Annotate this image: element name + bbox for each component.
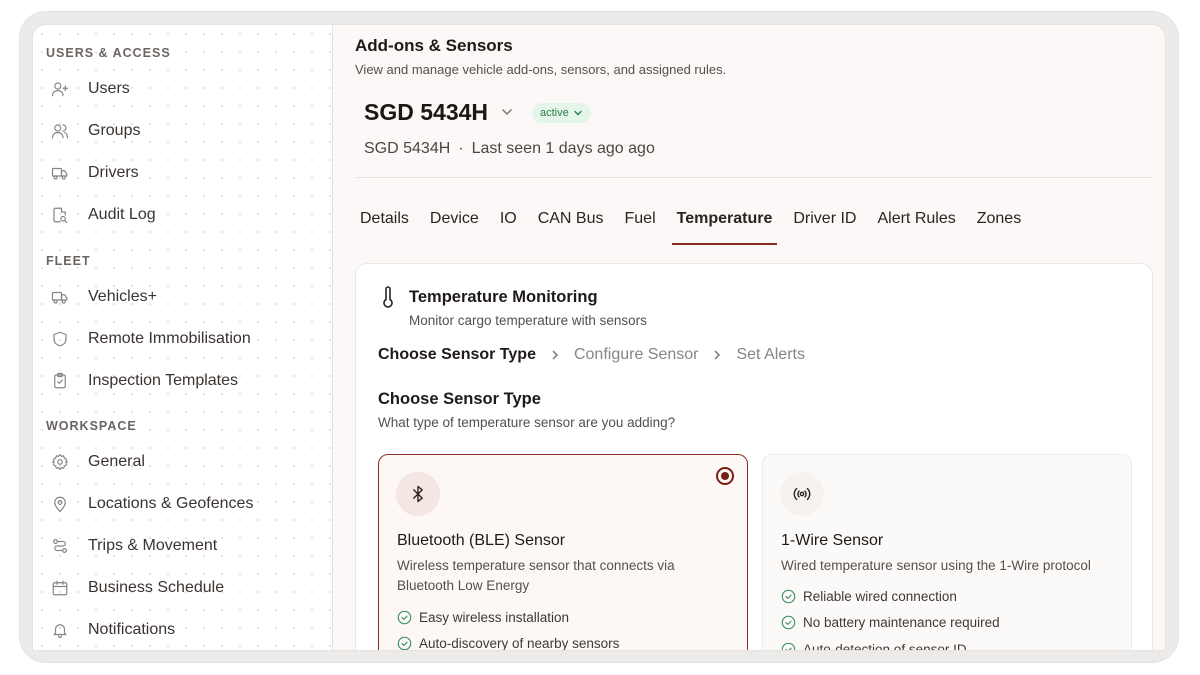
status-badge[interactable]: active <box>532 103 591 123</box>
sidebar-item-business-schedule[interactable]: Business Schedule <box>43 571 323 605</box>
map-pin-icon <box>43 487 79 521</box>
file-search-icon <box>43 198 79 232</box>
tab-device[interactable]: Device <box>425 210 484 244</box>
truck-icon <box>43 156 79 190</box>
sidebar-item-inspection-templates[interactable]: Inspection Templates <box>43 364 323 398</box>
vehicle-selector[interactable]: SGD 5434H <box>364 99 488 126</box>
sidebar-item-label: Audit Log <box>88 206 156 223</box>
sidebar-item-label: Trips & Movement <box>88 537 218 554</box>
app-window: USERS & ACCESS Users Groups Drivers Audi… <box>32 24 1166 651</box>
sidebar-item-label: Vehicles+ <box>88 288 157 305</box>
sidebar-item-notifications[interactable]: Notifications <box>43 613 323 647</box>
sidebar-item-label: Locations & Geofences <box>88 495 254 512</box>
check-circle-icon <box>781 615 796 630</box>
tab-bar: Details Device IO CAN Bus Fuel Temperatu… <box>355 210 1037 245</box>
panel-title: Temperature Monitoring <box>409 288 598 306</box>
chevron-down-icon[interactable] <box>500 105 514 119</box>
sidebar-item-label: Notifications <box>88 621 176 638</box>
last-seen: Last seen 1 days ago ago <box>471 140 655 157</box>
check-circle-icon <box>781 589 796 604</box>
meta-separator: · <box>458 140 464 157</box>
broadcast-icon <box>780 472 824 516</box>
sidebar-item-label: Inspection Templates <box>88 372 239 389</box>
option-description: Wired temperature sensor using the 1-Wir… <box>781 558 1091 573</box>
check-circle-icon <box>781 642 796 650</box>
tab-zones[interactable]: Zones <box>972 210 1026 244</box>
feature-item: No battery maintenance required <box>781 610 1000 637</box>
sidebar-section-fleet: FLEET <box>46 254 91 268</box>
option-1-wire-sensor[interactable]: 1-Wire Sensor Wired temperature sensor u… <box>762 454 1132 650</box>
feature-list: Easy wireless installation Auto-discover… <box>397 604 619 650</box>
sidebar-item-general[interactable]: General <box>43 445 323 479</box>
sidebar-section-workspace: WORKSPACE <box>46 419 137 433</box>
option-description: Wireless temperature sensor that connect… <box>397 558 675 593</box>
chevron-down-icon <box>574 110 582 116</box>
main-content: Add-ons & Sensors View and manage vehicl… <box>333 25 1165 650</box>
bluetooth-icon <box>396 472 440 516</box>
user-plus-icon <box>43 72 79 106</box>
sidebar-item-label: Drivers <box>88 164 139 181</box>
tab-driver-id[interactable]: Driver ID <box>788 210 861 244</box>
radio-selected[interactable] <box>716 467 734 485</box>
header-divider <box>355 177 1153 178</box>
sidebar-item-locations-geofences[interactable]: Locations & Geofences <box>43 487 323 521</box>
tab-alert-rules[interactable]: Alert Rules <box>872 210 960 244</box>
option-title: 1-Wire Sensor <box>781 532 884 549</box>
shield-icon <box>43 322 79 356</box>
option-bluetooth-sensor[interactable]: Bluetooth (BLE) Sensor Wireless temperat… <box>378 454 748 650</box>
step-configure-sensor[interactable]: Configure Sensor <box>574 346 699 364</box>
sidebar-item-label: General <box>88 453 145 470</box>
status-badge-label: active <box>540 107 569 119</box>
wizard-steps: Choose Sensor Type Configure Sensor Set … <box>378 346 805 364</box>
sidebar-item-label: Business Schedule <box>88 579 225 596</box>
temperature-panel: Temperature Monitoring Monitor cargo tem… <box>355 263 1153 650</box>
tab-io[interactable]: IO <box>495 210 522 244</box>
sidebar-item-remote-immobilisation[interactable]: Remote Immobilisation <box>43 322 323 356</box>
step-choose-sensor-type[interactable]: Choose Sensor Type <box>378 346 536 364</box>
sidebar-item-drivers[interactable]: Drivers <box>43 156 323 190</box>
route-icon <box>43 529 79 563</box>
calendar-icon <box>43 571 79 605</box>
sidebar: USERS & ACCESS Users Groups Drivers Audi… <box>33 25 333 650</box>
feature-item: Auto-detection of sensor ID <box>781 636 1000 650</box>
sidebar-item-label: Users <box>88 80 130 97</box>
page-subtitle: View and manage vehicle add-ons, sensors… <box>355 62 727 77</box>
clipboard-check-icon <box>43 364 79 398</box>
tab-details[interactable]: Details <box>355 210 414 244</box>
option-title: Bluetooth (BLE) Sensor <box>397 532 566 549</box>
feature-item: Auto-discovery of nearby sensors <box>397 631 619 650</box>
sidebar-section-users-access: USERS & ACCESS <box>46 46 171 60</box>
section-title: Choose Sensor Type <box>378 390 541 408</box>
truck-icon <box>43 280 79 314</box>
feature-list: Reliable wired connection No battery mai… <box>781 583 1000 650</box>
check-circle-icon <box>397 636 412 650</box>
feature-item: Easy wireless installation <box>397 604 619 631</box>
users-icon <box>43 114 79 148</box>
sidebar-item-vehicles[interactable]: Vehicles+ <box>43 280 323 314</box>
step-set-alerts[interactable]: Set Alerts <box>736 346 804 364</box>
panel-subtitle: Monitor cargo temperature with sensors <box>409 313 647 328</box>
sidebar-item-label: Groups <box>88 122 141 139</box>
page-title: Add-ons & Sensors <box>355 36 513 55</box>
thermometer-icon <box>383 286 393 308</box>
check-circle-icon <box>397 610 412 625</box>
chevron-right-icon <box>550 349 560 361</box>
chevron-right-icon <box>712 349 722 361</box>
sidebar-item-groups[interactable]: Groups <box>43 114 323 148</box>
tab-can-bus[interactable]: CAN Bus <box>533 210 609 244</box>
section-subtitle: What type of temperature sensor are you … <box>378 415 676 430</box>
bell-icon <box>43 613 79 647</box>
sidebar-item-audit-log[interactable]: Audit Log <box>43 198 323 232</box>
sidebar-item-users[interactable]: Users <box>43 72 323 106</box>
tab-temperature[interactable]: Temperature <box>671 210 778 245</box>
vehicle-plate: SGD 5434H <box>364 140 451 157</box>
tab-fuel[interactable]: Fuel <box>620 210 661 244</box>
gear-icon <box>43 445 79 479</box>
sidebar-item-label: Remote Immobilisation <box>88 330 251 347</box>
feature-item: Reliable wired connection <box>781 583 1000 610</box>
sidebar-item-trips-movement[interactable]: Trips & Movement <box>43 529 323 563</box>
vehicle-meta: SGD 5434H · Last seen 1 days ago ago <box>364 140 655 158</box>
